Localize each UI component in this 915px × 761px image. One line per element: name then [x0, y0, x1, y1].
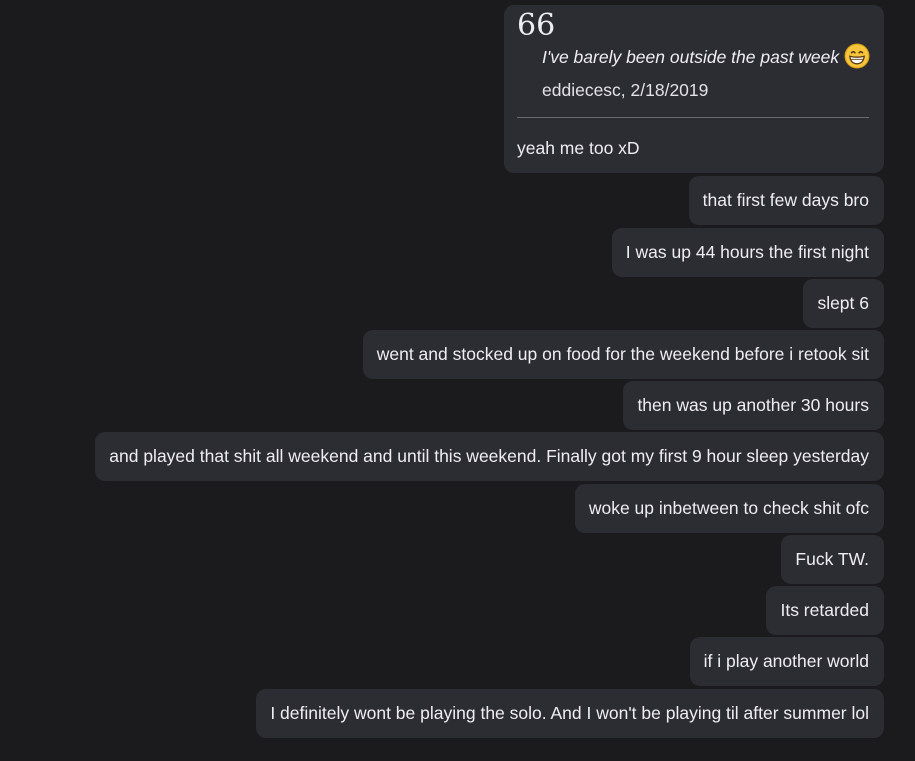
grinning-face-emoji-icon [844, 43, 870, 74]
message-bubble[interactable]: woke up inbetween to check shit ofc [574, 484, 884, 533]
quote-attribution: eddiecesc, 2/18/2019 [542, 80, 709, 100]
message-bubble[interactable]: slept 6 [803, 279, 884, 328]
message-bubble[interactable]: that first few days bro [688, 176, 884, 225]
quote-divider [517, 117, 869, 118]
message-bubble[interactable]: I was up 44 hours the first night [611, 228, 884, 277]
message-bubble[interactable]: went and stocked up on food for the week… [362, 330, 884, 379]
message-bubble[interactable]: if i play another world [689, 637, 884, 686]
message-bubble[interactable]: I definitely wont be playing the solo. A… [256, 689, 884, 738]
quote-mark-icon: 66 [517, 8, 556, 43]
reply-text: yeah me too xD [517, 138, 640, 158]
message-bubble[interactable]: then was up another 30 hours [623, 381, 884, 430]
quote-reply-bubble[interactable]: 66 I've barely been outside the past wee… [504, 5, 884, 173]
message-thread: 66 I've barely been outside the past wee… [0, 0, 915, 761]
quoted-message: I've barely been outside the past week [542, 43, 870, 74]
message-bubble[interactable]: Its retarded [766, 586, 884, 635]
message-bubble[interactable]: and played that shit all weekend and unt… [95, 432, 884, 481]
quoted-message-text: I've barely been outside the past week [542, 47, 840, 67]
message-bubble[interactable]: Fuck TW. [781, 535, 884, 584]
